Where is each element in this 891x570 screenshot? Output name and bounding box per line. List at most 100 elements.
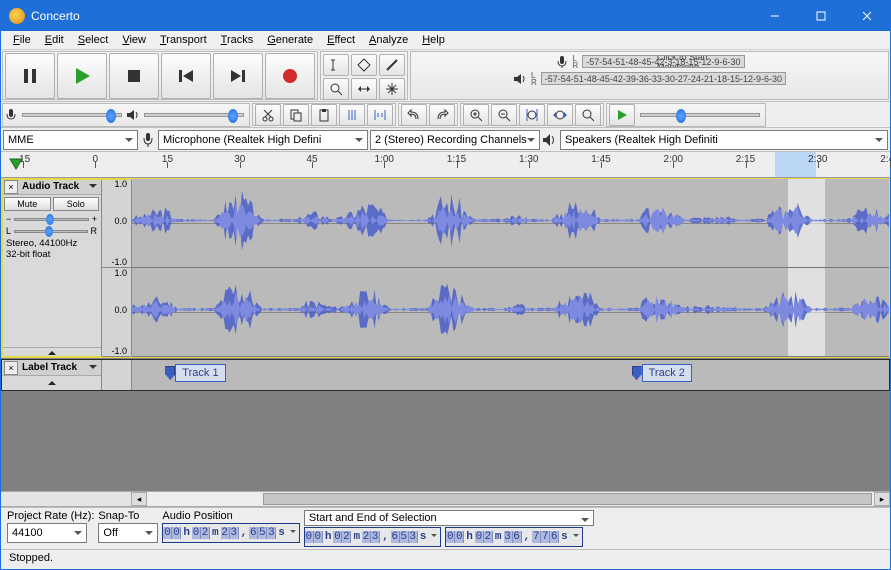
meters-toolbar: LR -57-54-51-48-45-42-3-18-15-12-9-6-30 … [410, 51, 889, 100]
audio-host-dropdown[interactable]: MME [3, 130, 138, 150]
label-marker[interactable]: Track 2 [632, 364, 692, 382]
audio-position-label: Audio Position [162, 510, 299, 522]
menubar: FileEditSelectViewTransportTracksGenerat… [1, 31, 890, 50]
undo-toolbar [398, 103, 458, 126]
fit-project-button[interactable] [547, 104, 573, 126]
audio-position-field[interactable]: 00h02m23,653s [162, 523, 299, 543]
edit-toolbar [252, 103, 396, 126]
zoom-out-button[interactable] [491, 104, 517, 126]
silence-button[interactable] [367, 104, 393, 126]
pause-button[interactable] [5, 53, 55, 99]
status-bar: Stopped. [1, 549, 890, 569]
play-at-speed-button[interactable] [609, 104, 635, 126]
transport-toolbar [2, 51, 318, 100]
timeshift-tool-button[interactable] [351, 78, 377, 100]
track-name[interactable]: Audio Track [20, 181, 87, 192]
gain-slider[interactable] [14, 218, 88, 221]
tools-toolbar [320, 51, 408, 100]
device-toolbar: MME Microphone (Realtek High Defini 2 (S… [1, 128, 890, 152]
vertical-scale[interactable]: 1.00.0-1.0 1.00.0-1.0 [102, 179, 132, 357]
menu-tracks[interactable]: Tracks [215, 33, 260, 47]
tracks-area: × Audio Track Mute Solo −+ LR Stereo, 44… [1, 178, 890, 491]
paste-button[interactable] [311, 104, 337, 126]
skip-start-button[interactable] [161, 53, 211, 99]
speaker-icon [513, 72, 527, 86]
multi-tool-button[interactable] [379, 78, 405, 100]
audio-track[interactable]: × Audio Track Mute Solo −+ LR Stereo, 44… [1, 178, 890, 358]
track-menu-dropdown[interactable] [89, 365, 97, 373]
project-rate-label: Project Rate (Hz): [7, 510, 94, 522]
play-button[interactable] [57, 53, 107, 99]
record-button[interactable] [265, 53, 315, 99]
cut-button[interactable] [255, 104, 281, 126]
selection-tool-button[interactable] [323, 54, 349, 76]
play-speed-slider[interactable] [640, 113, 760, 117]
collapse-button[interactable] [2, 347, 101, 357]
mic-icon [555, 55, 569, 69]
mixer-toolbar [2, 103, 250, 127]
input-device-dropdown[interactable]: Microphone (Realtek High Defini [158, 130, 368, 150]
stop-button[interactable] [109, 53, 159, 99]
menu-select[interactable]: Select [72, 33, 115, 47]
speaker-icon [126, 108, 140, 122]
selection-start-field[interactable]: 00h02m23,653s [304, 527, 441, 547]
skip-end-button[interactable] [213, 53, 263, 99]
track-format-label: Stereo, 44100Hz32-bit float [2, 237, 101, 263]
zoom-toolbar [460, 103, 604, 126]
minimize-button[interactable] [752, 1, 798, 31]
close-button[interactable] [844, 1, 890, 31]
zoom-in-button[interactable] [463, 104, 489, 126]
trim-button[interactable] [339, 104, 365, 126]
track-close-button[interactable]: × [4, 361, 18, 375]
pan-slider[interactable] [14, 230, 87, 233]
snap-to-label: Snap-To [98, 510, 158, 522]
label-track-body[interactable]: Track 1 Track 2 [132, 360, 889, 390]
menu-file[interactable]: File [7, 33, 37, 47]
output-device-dropdown[interactable]: Speakers (Realtek High Definiti [560, 130, 888, 150]
selection-mode-dropdown[interactable]: Start and End of Selection [304, 510, 594, 526]
menu-generate[interactable]: Generate [261, 33, 319, 47]
window-title: Concerto [31, 9, 752, 23]
track-name[interactable]: Label Track [20, 362, 87, 373]
snap-to-dropdown[interactable]: Off [98, 523, 158, 543]
mic-icon [4, 108, 18, 122]
redo-button[interactable] [429, 104, 455, 126]
track-menu-dropdown[interactable] [89, 184, 97, 192]
timeline-ruler[interactable]: -1501530451:001:151:301:452:002:152:302:… [1, 152, 890, 178]
menu-edit[interactable]: Edit [39, 33, 70, 47]
playback-meter[interactable]: -57-54-51-48-45-42-39-36-33-30-27-24-21-… [541, 72, 786, 85]
waveform-channel-left[interactable] [132, 179, 889, 268]
record-meter[interactable]: -57-54-51-48-45-42-3-18-15-12-9-6-30 Cli… [582, 55, 744, 68]
selection-end-field[interactable]: 00h02m36,776s [445, 527, 582, 547]
undo-button[interactable] [401, 104, 427, 126]
label-marker[interactable]: Track 1 [165, 364, 225, 382]
menu-help[interactable]: Help [416, 33, 451, 47]
menu-analyze[interactable]: Analyze [363, 33, 414, 47]
track-control-panel: × Audio Track Mute Solo −+ LR Stereo, 44… [2, 179, 102, 357]
horizontal-scrollbar[interactable]: ◂ ▸ [1, 491, 890, 507]
track-close-button[interactable]: × [4, 180, 18, 194]
record-volume-slider[interactable] [22, 113, 122, 117]
channels-dropdown[interactable]: 2 (Stereo) Recording Channels [370, 130, 540, 150]
play-speed-toolbar [606, 103, 766, 127]
titlebar: Concerto [1, 1, 890, 31]
zoom-toggle-button[interactable] [575, 104, 601, 126]
envelope-tool-button[interactable] [351, 54, 377, 76]
fit-selection-button[interactable] [519, 104, 545, 126]
draw-tool-button[interactable] [379, 54, 405, 76]
zoom-tool-button[interactable] [323, 78, 349, 100]
label-track[interactable]: × Label Track Track 1 Track 2 [1, 359, 890, 391]
playback-volume-slider[interactable] [144, 113, 244, 117]
maximize-button[interactable] [798, 1, 844, 31]
meter-message: Click to Start Monitoring [657, 55, 744, 68]
menu-view[interactable]: View [116, 33, 152, 47]
mic-icon [140, 132, 156, 148]
collapse-button[interactable] [2, 376, 101, 390]
mute-button[interactable]: Mute [4, 197, 51, 211]
copy-button[interactable] [283, 104, 309, 126]
solo-button[interactable]: Solo [53, 197, 100, 211]
project-rate-dropdown[interactable]: 44100 [7, 523, 87, 543]
menu-transport[interactable]: Transport [154, 33, 213, 47]
waveform-channel-right[interactable] [132, 268, 889, 357]
menu-effect[interactable]: Effect [321, 33, 361, 47]
